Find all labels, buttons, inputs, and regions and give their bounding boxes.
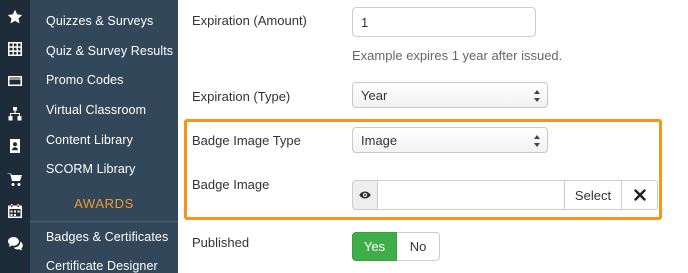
- published-toggle: Yes No: [352, 232, 440, 261]
- comments-icon[interactable]: [0, 228, 30, 258]
- icon-rail: [0, 0, 30, 273]
- select-image-button[interactable]: Select: [564, 180, 622, 210]
- sidebar: Quizzes & Surveys Quiz & Survey Results …: [30, 0, 178, 273]
- close-icon: [633, 189, 646, 201]
- sidebar-section-awards: AWARDS: [74, 195, 134, 211]
- sidebar-item-promo-codes[interactable]: Promo Codes: [30, 65, 178, 95]
- published-yes-label: Yes: [363, 239, 386, 254]
- sidebar-item-label: Badges & Certificates: [46, 230, 169, 244]
- published-yes-button[interactable]: Yes: [352, 232, 397, 261]
- expiration-type-value: Year: [361, 87, 388, 103]
- calendar-icon[interactable]: [0, 196, 30, 226]
- badge-image-type-label: Badge Image Type: [192, 133, 301, 148]
- sidebar-item-label: Content Library: [46, 133, 133, 147]
- app-root: Quizzes & Surveys Quiz & Survey Results …: [0, 0, 688, 273]
- expiration-type-label: Expiration (Type): [192, 89, 291, 104]
- eye-icon[interactable]: [352, 180, 378, 210]
- expiration-amount-help: Example expires 1 year after issued.: [352, 48, 563, 63]
- sidebar-item-label: Promo Codes: [46, 73, 124, 87]
- expiration-amount-input[interactable]: 1: [352, 7, 536, 37]
- grid-icon[interactable]: [0, 34, 30, 64]
- expiration-amount-label: Expiration (Amount): [192, 13, 307, 28]
- select-caret-icon: [533, 89, 541, 103]
- sidebar-item-certificate-designer[interactable]: Certificate Designer: [30, 251, 178, 273]
- id-badge-icon[interactable]: [0, 131, 30, 161]
- published-no-button[interactable]: No: [397, 232, 440, 261]
- sidebar-item-label: Certificate Designer: [46, 259, 158, 273]
- sidebar-item-badges-certificates[interactable]: Badges & Certificates: [30, 222, 178, 252]
- select-caret-icon: [533, 134, 541, 148]
- sidebar-item-label: Virtual Classroom: [46, 103, 147, 117]
- badge-image-type-value: Image: [361, 132, 398, 148]
- credit-card-icon[interactable]: [0, 66, 30, 96]
- clear-image-button[interactable]: [622, 180, 658, 210]
- select-image-button-label: Select: [574, 187, 612, 203]
- sidebar-item-content-library[interactable]: Content Library: [30, 125, 178, 155]
- sidebar-item-scorm-library[interactable]: SCORM Library: [30, 154, 178, 184]
- published-no-label: No: [409, 239, 427, 254]
- sidebar-item-virtual-classroom[interactable]: Virtual Classroom: [30, 95, 178, 125]
- expiration-amount-value: 1: [361, 14, 369, 30]
- sidebar-item-quiz-survey-results[interactable]: Quiz & Survey Results: [30, 36, 178, 66]
- badge-image-label: Badge Image: [192, 177, 270, 192]
- badge-image-path-field[interactable]: [378, 180, 564, 210]
- badge-image-picker: Select: [352, 180, 658, 210]
- sidebar-item-label: Quiz & Survey Results: [46, 44, 174, 58]
- sidebar-item-label: Quizzes & Surveys: [46, 14, 154, 28]
- sidebar-item-label: SCORM Library: [46, 162, 136, 176]
- star-icon[interactable]: [0, 2, 30, 32]
- published-label: Published: [192, 235, 250, 250]
- badge-image-type-select[interactable]: Image: [352, 127, 548, 153]
- expiration-type-select[interactable]: Year: [352, 82, 548, 108]
- badge-form: Expiration (Amount) 1 Example expires 1 …: [178, 0, 688, 273]
- sidebar-item-quizzes-surveys[interactable]: Quizzes & Surveys: [30, 6, 178, 36]
- sitemap-icon[interactable]: [0, 99, 30, 129]
- cart-icon[interactable]: [0, 164, 30, 194]
